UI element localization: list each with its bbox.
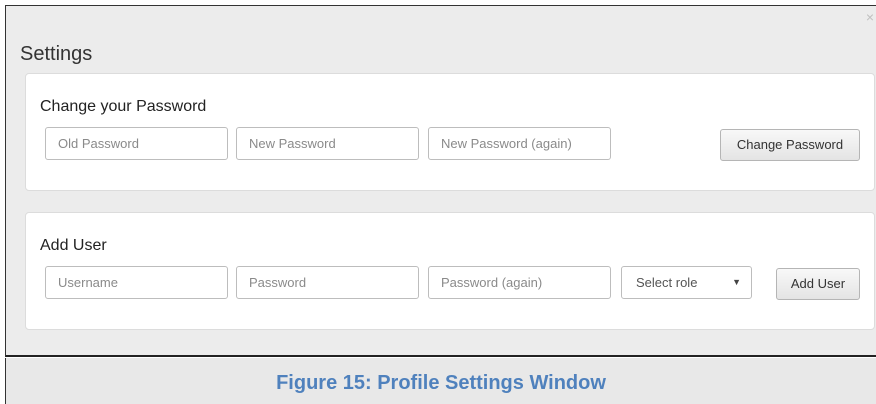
add-user-heading: Add User [40,237,107,254]
chevron-down-icon: ▼ [732,277,741,287]
old-password-field[interactable] [45,127,228,160]
new-password-field[interactable] [236,127,419,160]
add-user-button[interactable]: Add User [776,268,860,300]
change-password-button[interactable]: Change Password [720,129,860,161]
role-select[interactable]: Select role ▼ [621,266,752,299]
role-select-value: Select role [636,275,698,290]
password-again-field[interactable] [428,266,611,299]
username-field[interactable] [45,266,228,299]
close-icon[interactable]: × [866,10,874,24]
window-title: Settings [20,43,93,65]
settings-window: × Settings Change your Password Change P… [5,5,876,357]
caption-band: Figure 15: Profile Settings Window [5,358,876,404]
add-user-panel: Add User Select role ▼ Add User [25,212,875,330]
figure-caption: Figure 15: Profile Settings Window [276,372,606,394]
new-password-again-field[interactable] [428,127,611,160]
password-field[interactable] [236,266,419,299]
change-password-panel: Change your Password Change Password [25,73,875,191]
change-password-heading: Change your Password [40,98,207,115]
